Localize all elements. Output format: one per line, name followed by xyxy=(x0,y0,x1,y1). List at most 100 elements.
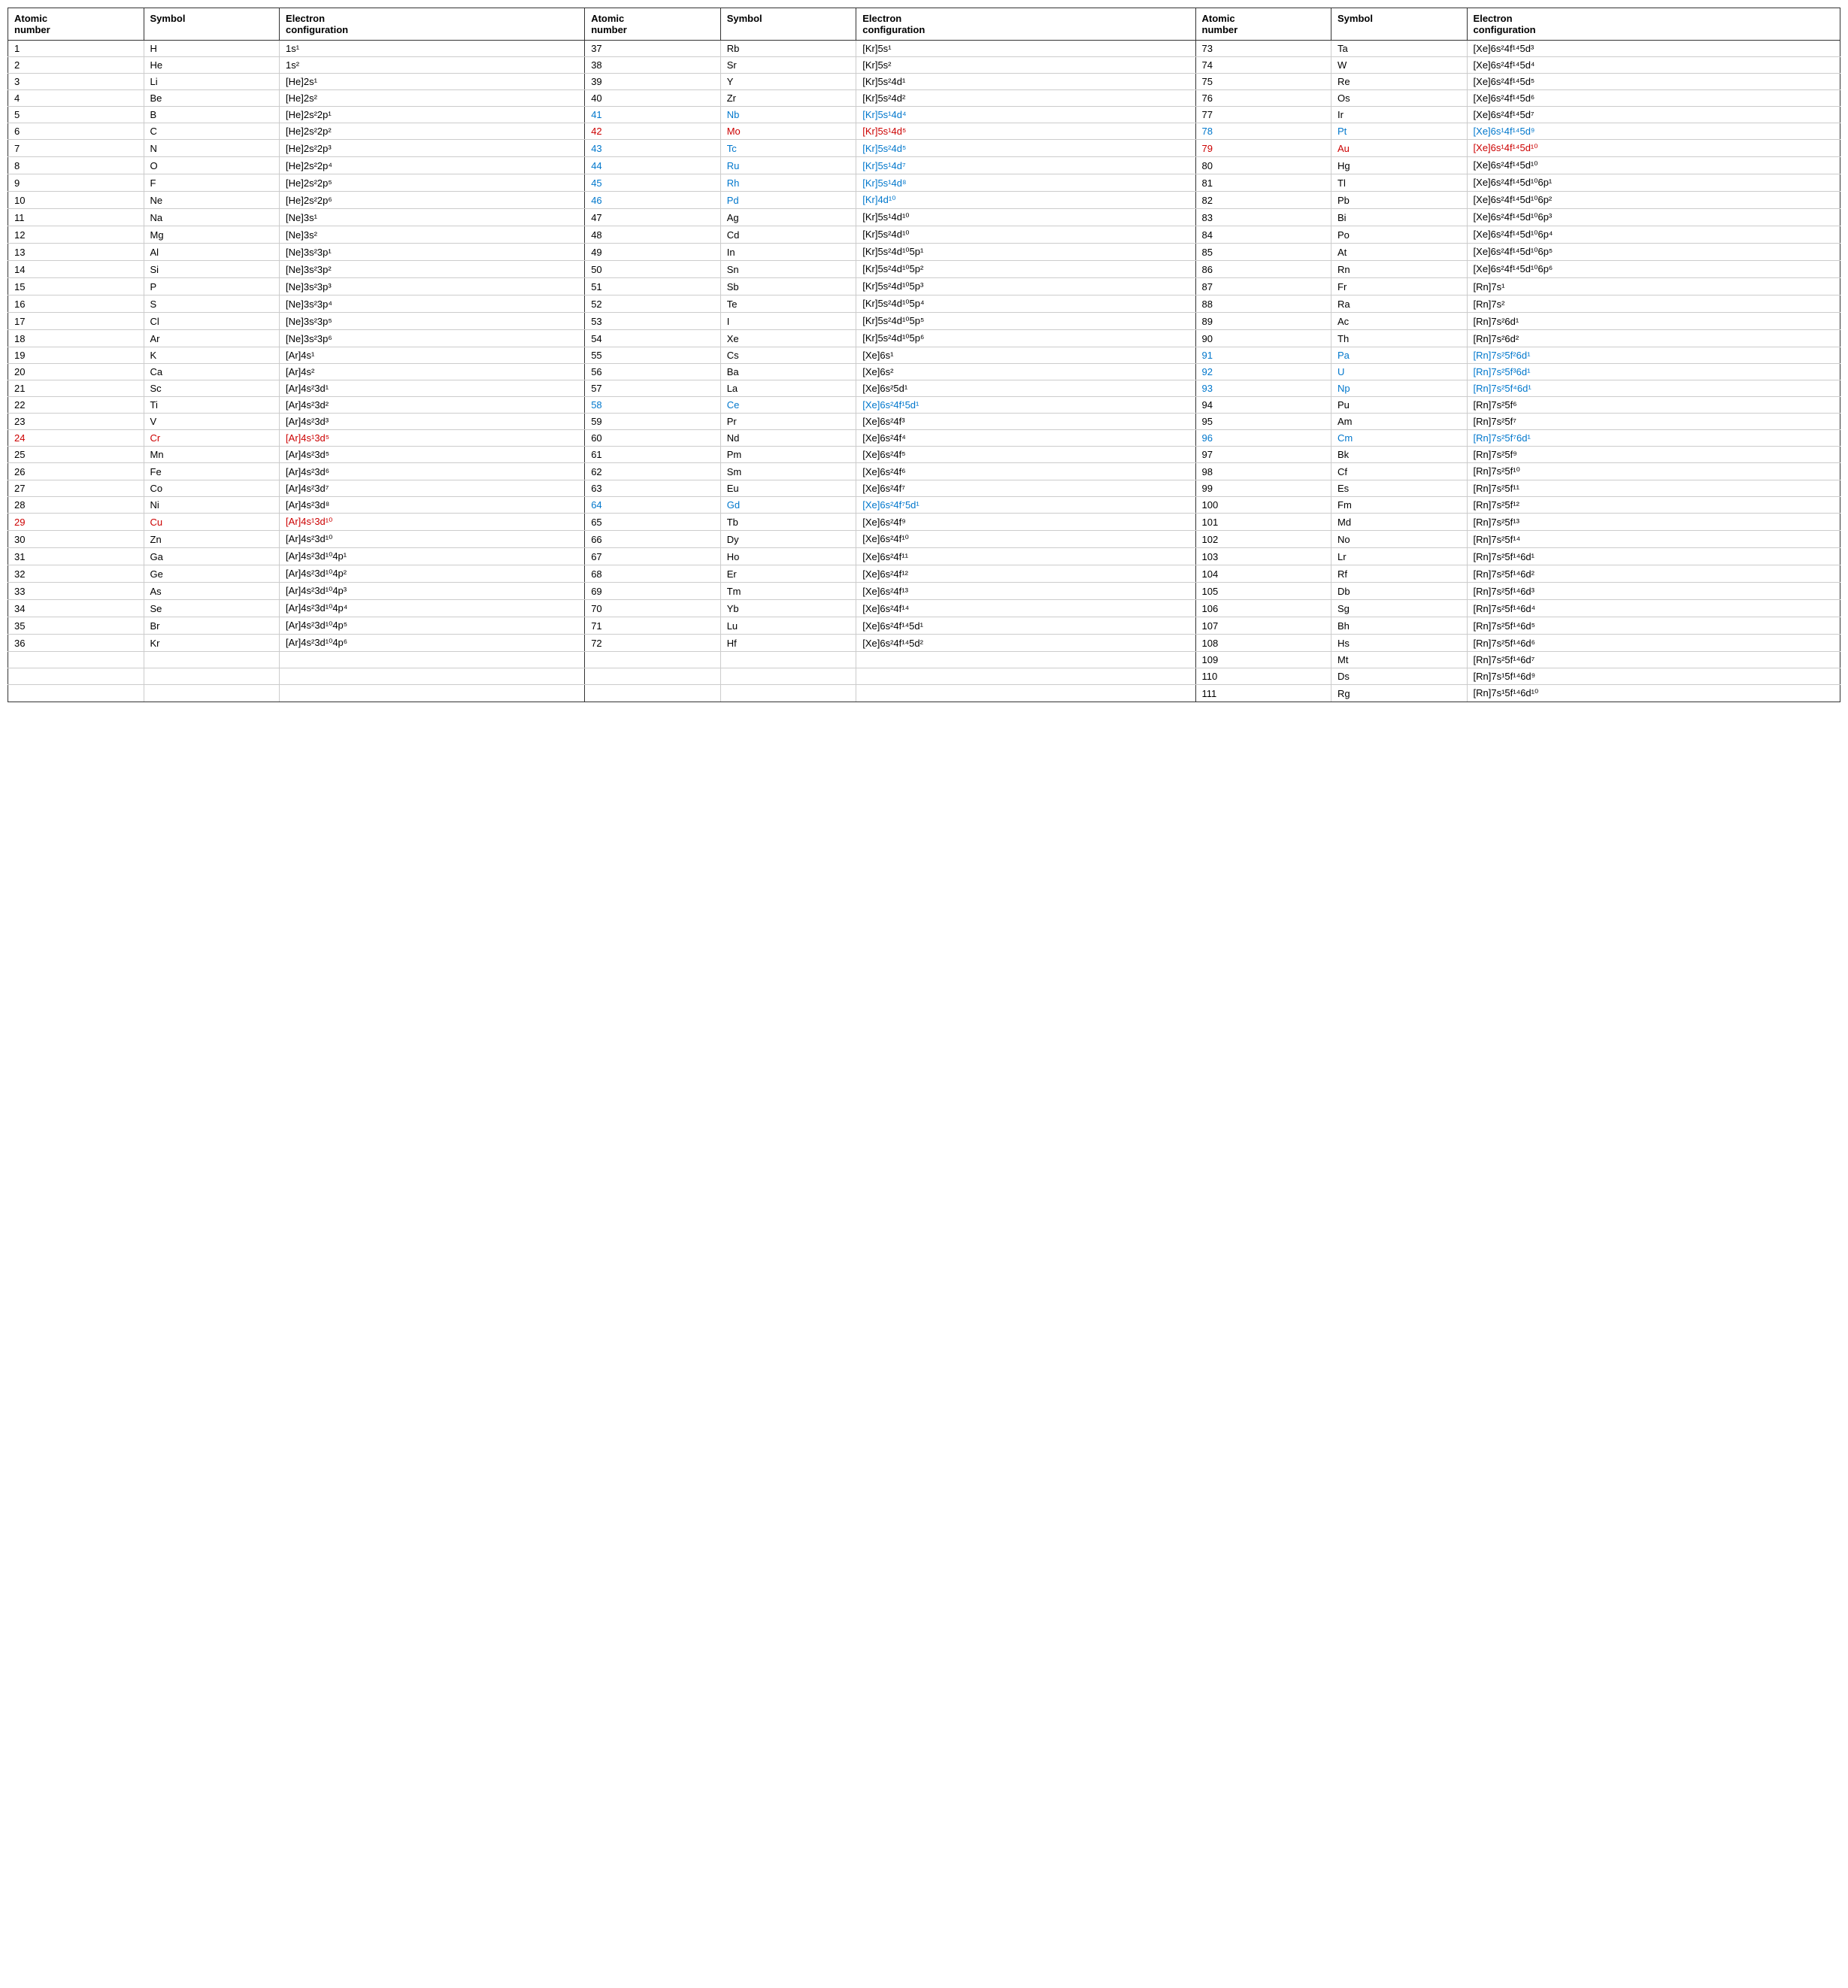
electron-config-col1: [Ar]4s²3d¹⁰4p¹ xyxy=(280,548,585,565)
symbol-col1: C xyxy=(144,123,280,140)
electron-config-col2: [Kr]5s²4d¹⁰ xyxy=(856,226,1195,244)
symbol-col2: Lu xyxy=(720,617,856,635)
electron-config-col3: [Rn]7s²5f¹³ xyxy=(1467,514,1840,531)
symbol-col3: Cf xyxy=(1331,463,1468,480)
electron-config-col1: [Ne]3s²3p⁴ xyxy=(280,295,585,313)
symbol-col2: Pm xyxy=(720,447,856,463)
electron-config-col3: [Rn]7s¹ xyxy=(1467,278,1840,295)
atomic-number-col2: 41 xyxy=(585,107,721,123)
header-atomic-number-3: Atomicnumber xyxy=(1195,8,1331,41)
atomic-number-col2: 71 xyxy=(585,617,721,635)
symbol-col1: Br xyxy=(144,617,280,635)
symbol-col3: Pt xyxy=(1331,123,1468,140)
atomic-number-col3: 75 xyxy=(1195,74,1331,90)
symbol-col1: Mg xyxy=(144,226,280,244)
electron-config-col3: [Rn]7s²5f⁴6d¹ xyxy=(1467,380,1840,397)
symbol-col1: H xyxy=(144,41,280,57)
electron-config-col1: [He]2s²2p⁵ xyxy=(280,174,585,192)
atomic-number-col2: 63 xyxy=(585,480,721,497)
atomic-number-col1: 28 xyxy=(8,497,144,514)
electron-config-col3: [Xe]6s²4f¹⁴5d¹⁰ xyxy=(1467,157,1840,174)
atomic-number-col2: 66 xyxy=(585,531,721,548)
atomic-number-col3: 95 xyxy=(1195,414,1331,430)
symbol-col2: Te xyxy=(720,295,856,313)
symbol-col3: Pb xyxy=(1331,192,1468,209)
symbol-col2: Cs xyxy=(720,347,856,364)
electron-config-col3: [Rn]7s²5f¹⁴6d¹ xyxy=(1467,548,1840,565)
electron-config-col2: [Xe]6s²4f¹⁰ xyxy=(856,531,1195,548)
symbol-col1: B xyxy=(144,107,280,123)
electron-config-col1: [Ar]4s²3d² xyxy=(280,397,585,414)
electron-config-col2: [Kr]5s²4d⁵ xyxy=(856,140,1195,157)
atomic-number-col3: 89 xyxy=(1195,313,1331,330)
electron-config-col3: [Rn]7s¹5f¹⁴6d⁹ xyxy=(1467,668,1840,685)
symbol-col2: Hf xyxy=(720,635,856,652)
electron-config-col1: 1s² xyxy=(280,57,585,74)
symbol-col2: Gd xyxy=(720,497,856,514)
electron-config-col2: [Xe]6s²4f¹¹ xyxy=(856,548,1195,565)
symbol-col3: Th xyxy=(1331,330,1468,347)
atomic-number-col1 xyxy=(8,668,144,685)
atomic-number-col1: 13 xyxy=(8,244,144,261)
symbol-col2: Sm xyxy=(720,463,856,480)
symbol-col3: Pa xyxy=(1331,347,1468,364)
atomic-number-col2: 49 xyxy=(585,244,721,261)
electron-config-col2: [Xe]6s² xyxy=(856,364,1195,380)
symbol-col3: W xyxy=(1331,57,1468,74)
symbol-col1: Ne xyxy=(144,192,280,209)
atomic-number-col3: 92 xyxy=(1195,364,1331,380)
atomic-number-col3: 98 xyxy=(1195,463,1331,480)
atomic-number-col2: 45 xyxy=(585,174,721,192)
electron-config-col2: [Kr]5s¹4d⁵ xyxy=(856,123,1195,140)
symbol-col1: O xyxy=(144,157,280,174)
symbol-col3: Cm xyxy=(1331,430,1468,447)
atomic-number-col2: 46 xyxy=(585,192,721,209)
electron-config-col1: [He]2s¹ xyxy=(280,74,585,90)
symbol-col1: As xyxy=(144,583,280,600)
atomic-number-col3: 109 xyxy=(1195,652,1331,668)
atomic-number-col2: 47 xyxy=(585,209,721,226)
atomic-number-col3: 82 xyxy=(1195,192,1331,209)
atomic-number-col2: 52 xyxy=(585,295,721,313)
electron-config-col2: [Xe]6s¹ xyxy=(856,347,1195,364)
symbol-col2 xyxy=(720,668,856,685)
atomic-number-col1: 22 xyxy=(8,397,144,414)
atomic-number-col1: 11 xyxy=(8,209,144,226)
electron-config-col3: [Rn]7s²5f¹⁰ xyxy=(1467,463,1840,480)
atomic-number-col2: 68 xyxy=(585,565,721,583)
electron-config-col1: [Ar]4s¹ xyxy=(280,347,585,364)
electron-config-col2: [Kr]5s¹ xyxy=(856,41,1195,57)
atomic-number-col3: 94 xyxy=(1195,397,1331,414)
symbol-col2: Pr xyxy=(720,414,856,430)
atomic-number-col2: 57 xyxy=(585,380,721,397)
atomic-number-col3: 79 xyxy=(1195,140,1331,157)
atomic-number-col2: 59 xyxy=(585,414,721,430)
electron-config-col1: [Ar]4s²3d¹⁰4p⁴ xyxy=(280,600,585,617)
atomic-number-col2: 65 xyxy=(585,514,721,531)
atomic-number-col1: 4 xyxy=(8,90,144,107)
symbol-col1: Mn xyxy=(144,447,280,463)
symbol-col1: Ca xyxy=(144,364,280,380)
atomic-number-col3: 87 xyxy=(1195,278,1331,295)
symbol-col3: Ac xyxy=(1331,313,1468,330)
periodic-table: Atomicnumber Symbol Electronconfiguratio… xyxy=(8,8,1840,702)
electron-config-col3: [Rn]7s²5f¹⁴ xyxy=(1467,531,1840,548)
atomic-number-col1: 21 xyxy=(8,380,144,397)
electron-config-col1: [Ne]3s²3p³ xyxy=(280,278,585,295)
atomic-number-col1: 32 xyxy=(8,565,144,583)
header-electron-config-3: Electronconfiguration xyxy=(1467,8,1840,41)
symbol-col2: Tm xyxy=(720,583,856,600)
header-atomic-number-1: Atomicnumber xyxy=(8,8,144,41)
atomic-number-col2: 48 xyxy=(585,226,721,244)
electron-config-col3: [Xe]6s²4f¹⁴5d¹⁰6p⁵ xyxy=(1467,244,1840,261)
atomic-number-col2: 39 xyxy=(585,74,721,90)
symbol-col2: Ru xyxy=(720,157,856,174)
atomic-number-col3: 76 xyxy=(1195,90,1331,107)
atomic-number-col2: 58 xyxy=(585,397,721,414)
atomic-number-col1: 2 xyxy=(8,57,144,74)
atomic-number-col3: 100 xyxy=(1195,497,1331,514)
electron-config-col1: [He]2s²2p⁶ xyxy=(280,192,585,209)
electron-config-col1: [He]2s²2p³ xyxy=(280,140,585,157)
electron-config-col3: [Xe]6s²4f¹⁴5d⁶ xyxy=(1467,90,1840,107)
atomic-number-col2: 42 xyxy=(585,123,721,140)
